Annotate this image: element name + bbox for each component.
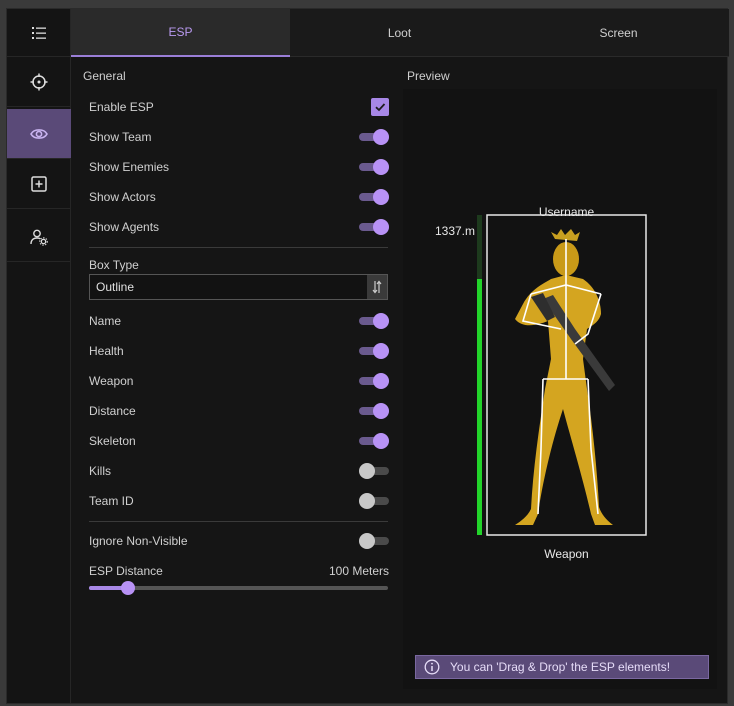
ignore-non-visible-row: Ignore Non-Visible — [89, 526, 389, 556]
tab-loot[interactable]: Loot — [290, 9, 509, 57]
esp-distance-row: ESP Distance 100 Meters — [89, 556, 389, 586]
character-model — [515, 229, 615, 525]
toggle-label: Team ID — [89, 494, 134, 508]
list-icon — [32, 26, 46, 39]
menu-button[interactable] — [7, 9, 71, 57]
kills-toggle[interactable] — [359, 463, 389, 479]
checkmark-icon — [375, 103, 386, 112]
show-actors-toggle[interactable] — [359, 189, 389, 205]
distance-toggle[interactable] — [359, 403, 389, 419]
esp-distance-label: ESP Distance — [89, 564, 163, 578]
toggle-row: Distance — [89, 396, 389, 426]
box-type-value: Outline — [96, 280, 135, 294]
dropdown-arrow-icon — [367, 275, 387, 299]
show-team-toggle[interactable] — [359, 129, 389, 145]
toggle-label: Kills — [89, 464, 112, 478]
tab-esp[interactable]: ESP — [71, 9, 290, 57]
name-toggle[interactable] — [359, 313, 389, 329]
toggle-label: Weapon — [89, 374, 134, 388]
sidebar — [7, 9, 71, 703]
skeleton-toggle[interactable] — [359, 433, 389, 449]
divider — [89, 247, 388, 248]
esp-weapon-label: Weapon — [544, 547, 589, 561]
info-icon — [424, 659, 440, 675]
plus-box-icon — [31, 175, 47, 192]
show-agents-toggle[interactable] — [359, 219, 389, 235]
crosshair-icon — [30, 73, 48, 90]
sidebar-item-misc[interactable] — [7, 159, 71, 209]
tab-bar: ESP Loot Screen — [71, 9, 729, 57]
show-enemies-toggle[interactable] — [359, 159, 389, 175]
sidebar-item-visuals[interactable] — [7, 109, 71, 159]
slider-handle[interactable] — [120, 581, 135, 595]
divider — [89, 521, 388, 522]
preview-panel: Username 1337.m Weapon — [403, 89, 717, 689]
toggle-row: Health — [89, 336, 389, 366]
weapon-toggle[interactable] — [359, 373, 389, 389]
enable-esp-label: Enable ESP — [89, 100, 154, 114]
toggle-row: Team ID — [89, 486, 389, 516]
toggle-row: Weapon — [89, 366, 389, 396]
toggle-label: Show Team — [89, 130, 152, 144]
esp-window: ESP Loot Screen General Enable ESP Show … — [6, 8, 729, 704]
toggle-label: Show Enemies — [89, 160, 170, 174]
toggle-label: Health — [89, 344, 124, 358]
enable-esp-row: Enable ESP — [89, 92, 389, 122]
toggle-label: Distance — [89, 404, 136, 418]
section-title-preview: Preview — [407, 69, 450, 83]
toggle-label: Ignore Non-Visible — [89, 534, 188, 548]
toggle-label: Show Agents — [89, 220, 160, 234]
box-type-select[interactable]: Outline — [89, 274, 388, 300]
toggle-label: Skeleton — [89, 434, 136, 448]
info-text: You can 'Drag & Drop' the ESP elements! — [450, 660, 671, 674]
toggle-row: Name — [89, 306, 389, 336]
toggle-row: Show Agents — [89, 212, 389, 242]
esp-distance-text: 1337.m — [434, 224, 475, 238]
toggle-label: Show Actors — [89, 190, 156, 204]
esp-username-label: Username — [538, 205, 595, 219]
user-gear-icon — [30, 229, 48, 246]
esp-distance-slider[interactable] — [89, 581, 388, 595]
toggle-row: Show Team — [89, 122, 389, 152]
section-title-general: General — [83, 69, 126, 83]
eye-icon — [30, 128, 48, 139]
tab-screen[interactable]: Screen — [509, 9, 728, 57]
toggle-row: Show Actors — [89, 182, 389, 212]
toggle-row: Kills — [89, 456, 389, 486]
toggle-label: Name — [89, 314, 122, 328]
drag-drop-info-banner: You can 'Drag & Drop' the ESP elements! — [415, 655, 709, 679]
health-bar — [477, 279, 482, 535]
team-id-toggle[interactable] — [359, 493, 389, 509]
sidebar-item-settings[interactable] — [7, 212, 71, 262]
health-toggle[interactable] — [359, 343, 389, 359]
toggle-row: Skeleton — [89, 426, 389, 456]
ignore-non-visible-toggle[interactable] — [359, 533, 389, 549]
esp-distance-value: 100 Meters — [328, 564, 389, 578]
toggle-row: Show Enemies — [89, 152, 389, 182]
box-type-label: Box Type — [89, 258, 139, 272]
enable-esp-checkbox[interactable] — [371, 98, 389, 116]
sidebar-item-aim[interactable] — [7, 57, 71, 107]
preview-canvas — [477, 214, 647, 536]
